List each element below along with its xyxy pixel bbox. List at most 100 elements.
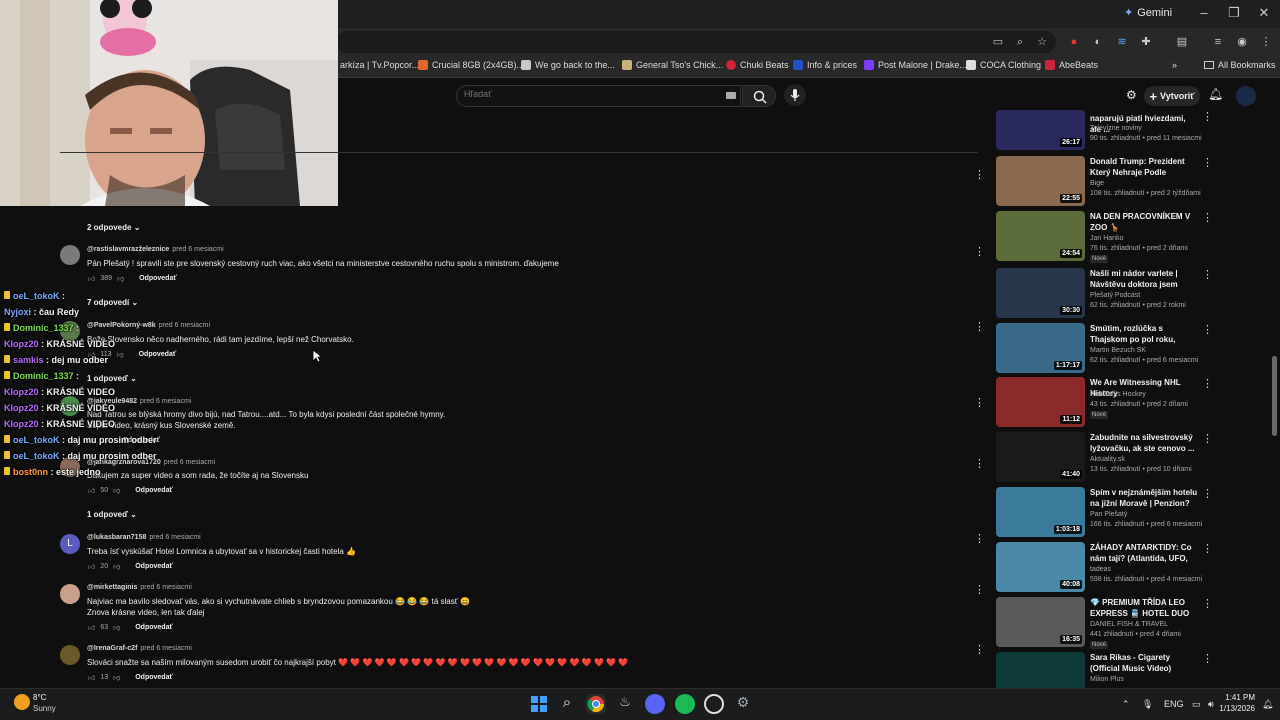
more-icon[interactable]: ⋮ [974, 532, 985, 545]
video-thumbnail[interactable]: 11:12 [996, 377, 1085, 427]
create-button[interactable]: + Vytvoriť [1144, 86, 1200, 106]
dislike-icon[interactable]: 👎︎ [113, 562, 120, 571]
sidebar-video[interactable]: 41:40 Zabudnite na silvestrovský lyžovač… [996, 432, 1266, 482]
replies-toggle[interactable]: 1 odpoveď ⌄ [87, 374, 137, 383]
video-thumbnail[interactable]: 24:54 [996, 211, 1085, 261]
more-icon[interactable]: ⋮ [974, 245, 985, 258]
video-title[interactable]: Smútim, rozlúčka s Thajskom po pol roku,… [1090, 323, 1198, 345]
more-icon[interactable]: ⋮ [974, 396, 985, 409]
cast-icon[interactable]: ▭ [990, 34, 1006, 50]
dislike-icon[interactable]: 👎︎ [113, 486, 120, 495]
video-thumbnail[interactable]: 40:08 [996, 542, 1085, 592]
video-title[interactable]: Sara Rikas - Cigarety (Official Music Vi… [1090, 652, 1198, 674]
weather-icon[interactable] [14, 694, 30, 710]
like-icon[interactable]: 👍︎ [88, 486, 95, 495]
bookmark-item[interactable]: arkíza | Tv.Popcor... [340, 60, 419, 70]
channel-name[interactable]: tadeas [1090, 566, 1111, 573]
sidebar-video[interactable]: 1:03:18 Spím v nejznámějším hotelu na ji… [996, 487, 1266, 537]
spotify-icon[interactable] [675, 694, 695, 714]
language-indicator[interactable]: ENG [1164, 699, 1184, 709]
video-title[interactable]: Donald Trump: Prezident Který Nehraje Po… [1090, 156, 1198, 178]
profile-icon[interactable]: ◉ [1234, 34, 1250, 50]
all-bookmarks[interactable]: All Bookmarks [1204, 60, 1276, 70]
more-icon[interactable]: ⋮ [1202, 268, 1213, 281]
reply-button[interactable]: Odpovedať [135, 674, 173, 681]
avatar[interactable] [60, 584, 80, 604]
chrome-icon[interactable] [586, 694, 606, 714]
channel-name[interactable]: DANIEL FISH & TRAVEL [1090, 621, 1168, 628]
more-icon[interactable]: ⋮ [1202, 597, 1213, 610]
bookmark-item[interactable]: We go back to the... [521, 60, 615, 70]
sidepanel-icon[interactable]: ▤ [1174, 34, 1190, 50]
more-icon[interactable]: ⋮ [1202, 211, 1213, 224]
more-icon[interactable]: ⋮ [1202, 156, 1213, 169]
channel-name[interactable]: Bige [1090, 180, 1104, 187]
sidebar-video[interactable]: 26:17 naparujú piati hviezdami, ale ... … [996, 110, 1266, 150]
like-icon[interactable]: 👍︎ [88, 623, 95, 632]
sidebar-video[interactable]: 16:35 💎 PREMIUM TŘÍDA LEO EXPRESS 🚆 HOTE… [996, 597, 1266, 649]
reply-button[interactable]: Odpovedať [139, 275, 177, 282]
channel-name[interactable]: Milion Plus [1090, 676, 1124, 683]
bookmark-item[interactable]: Crucial 8GB (2x4GB)... [418, 60, 524, 70]
bookmarks-overflow-icon[interactable]: » [1172, 60, 1177, 70]
avatar[interactable] [60, 645, 80, 665]
reply-button[interactable]: Odpovedať [135, 624, 173, 631]
comment-author[interactable]: @lukasbaran7158 pred 6 mesiacmi [87, 534, 201, 541]
notification-bell-icon[interactable]: 🔔︎ [1262, 699, 1273, 710]
more-icon[interactable]: ⋮ [1202, 110, 1213, 123]
search-button[interactable] [742, 85, 776, 107]
dislike-icon[interactable]: 👎︎ [113, 623, 120, 632]
comment-author[interactable]: @IrenaGraf-c2f pred 6 mesiacmi [87, 645, 192, 652]
channel-name[interactable]: Jan Hanko [1090, 235, 1123, 242]
sidebar-video[interactable]: 11:12 We Are Witnessing NHL History Rob … [996, 377, 1266, 427]
sidebar-video[interactable]: 1:17:17 Smútim, rozlúčka s Thajskom po p… [996, 323, 1266, 373]
extension-blue-icon[interactable]: ≋ [1114, 34, 1130, 50]
more-icon[interactable]: ⋮ [974, 457, 985, 470]
more-icon[interactable]: ⋮ [1202, 432, 1213, 445]
extension-red-icon[interactable]: ● [1066, 34, 1082, 50]
minimize-icon[interactable]: – [1194, 5, 1214, 20]
like-icon[interactable]: 👍︎ [88, 673, 95, 682]
cast-tv-icon[interactable]: ⚙ [1126, 88, 1137, 102]
sidebar-video[interactable]: 30:30 Našli mi nádor varlete | Návštěvu … [996, 268, 1266, 318]
start-icon[interactable] [529, 694, 549, 714]
more-icon[interactable]: ⋮ [1202, 323, 1213, 336]
more-icon[interactable]: ⋮ [1202, 652, 1213, 665]
video-title[interactable]: ZÁHADY ANTARKTIDY: Co nám tají? (Atlanti… [1090, 542, 1198, 564]
like-icon[interactable]: 👍︎ [88, 562, 95, 571]
more-icon[interactable]: ⋮ [1202, 542, 1213, 555]
video-title[interactable]: 💎 PREMIUM TŘÍDA LEO EXPRESS 🚆 HOTEL DUO … [1090, 597, 1198, 619]
network-icon[interactable]: ▭ [1192, 699, 1201, 710]
bookmark-item[interactable]: General Tso's Chick... [622, 60, 723, 70]
video-thumbnail[interactable]: 1:03:18 [996, 487, 1085, 537]
sidebar-video[interactable]: 22:55 Donald Trump: Prezident Který Nehr… [996, 156, 1266, 206]
video-title[interactable]: Spím v nejznámějším hotelu na jižní Mora… [1090, 487, 1198, 509]
replies-toggle[interactable]: 2 odpovede ⌄ [87, 223, 140, 232]
reply-button[interactable]: Odpovedať [135, 563, 173, 570]
address-bar[interactable] [336, 31, 1056, 53]
video-thumbnail[interactable]: 22:55 [996, 156, 1085, 206]
bookmark-item[interactable]: Post Malone | Drake... [864, 60, 967, 70]
reply-button[interactable]: Odpovedať [135, 487, 173, 494]
bookmark-item[interactable]: AbeBeats [1045, 60, 1098, 70]
star-icon[interactable]: ☆ [1034, 34, 1050, 50]
dislike-icon[interactable]: 👎︎ [117, 274, 124, 283]
reply-button[interactable]: Odpovedať [139, 351, 177, 358]
replies-toggle[interactable]: 1 odpoveď ⌄ [87, 510, 137, 519]
channel-name[interactable]: Televízne noviny [1090, 125, 1142, 132]
replies-toggle[interactable]: 7 odpovedí ⌄ [87, 298, 138, 307]
steam-icon[interactable]: ♨ [615, 694, 635, 714]
extension-gray-icon[interactable]: ◐ [1090, 34, 1106, 50]
notifications-icon[interactable]: 🔔︎ [1208, 87, 1223, 101]
menu-icon[interactable]: ⋮ [1258, 34, 1274, 50]
video-thumbnail[interactable]: 41:40 [996, 432, 1085, 482]
restore-icon[interactable]: ❐ [1224, 5, 1244, 21]
comment-author[interactable]: @mirkettaginis pred 6 mesiacmi [87, 584, 192, 591]
more-icon[interactable]: ⋮ [974, 320, 985, 333]
close-icon[interactable]: ✕ [1254, 5, 1274, 21]
channel-name[interactable]: Aktuality.sk [1090, 456, 1125, 463]
gemini-button[interactable]: ✦ Gemini [1124, 6, 1172, 20]
search-icon[interactable]: ⌕ [557, 694, 577, 714]
more-icon[interactable]: ⋮ [974, 168, 985, 181]
clock-time[interactable]: 1:41 PM [1225, 693, 1255, 702]
